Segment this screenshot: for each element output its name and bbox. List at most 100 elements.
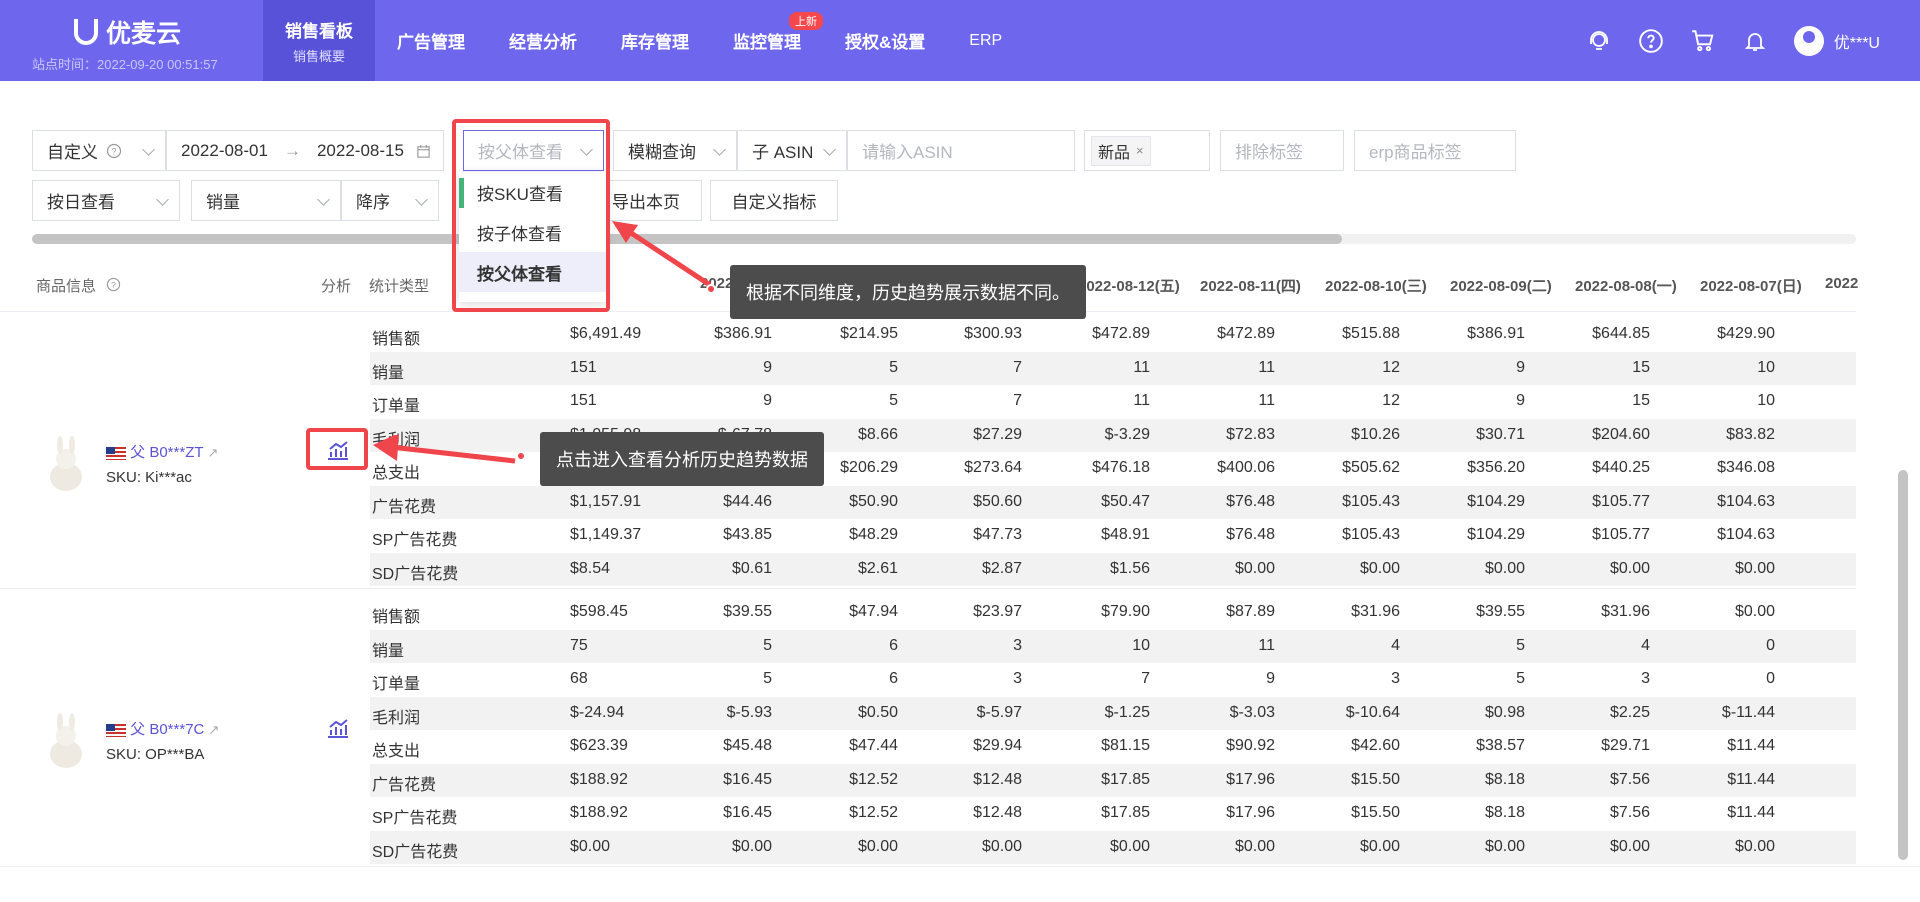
table-cell: $105.43 xyxy=(1342,526,1400,543)
table-cell: $44.46 xyxy=(723,492,772,510)
table-cell: 11 xyxy=(1133,392,1150,409)
tag-chip: 新品 × xyxy=(1091,135,1151,166)
help-circle-icon: ? xyxy=(106,143,122,158)
cart-icon[interactable] xyxy=(1690,28,1716,54)
close-icon[interactable]: × xyxy=(1136,143,1144,158)
nav-erp[interactable]: ERP xyxy=(947,0,1024,81)
asin-type-select[interactable]: 子 ASIN xyxy=(737,130,847,171)
table-row: 销量 75 5 6 3 10 11 4 5 4 0 xyxy=(370,629,1856,663)
v-scrollbar[interactable] xyxy=(1898,470,1908,860)
table-cell: $2.87 xyxy=(981,559,1022,577)
tag-label: 新品 xyxy=(1098,144,1131,162)
period-select[interactable]: 按日查看 xyxy=(32,180,180,221)
table-row: SP广告花费 $188.92 $16.45 $12.52 $12.48 $17.85 $17… xyxy=(370,797,1856,830)
table-row: 广告花费 $188.92 $16.45 $12.52 $12.48 $17.85 $17.9… xyxy=(370,763,1856,797)
external-link-icon[interactable]: ↗ xyxy=(207,445,218,460)
exclude-tag-placeholder: 排除标签 xyxy=(1235,143,1303,162)
nav-analysis[interactable]: 经营分析 xyxy=(487,0,599,81)
table-row: 毛利润 $-24.94 $-5.93 $0.50 $-5.97 $-1.25 $-3.03 $… xyxy=(370,696,1856,730)
table-row: 订单量 151 9 5 7 11 11 12 9 15 10 xyxy=(370,385,1856,418)
table-cell: $0.00 xyxy=(1609,559,1650,577)
nav-sales-dashboard[interactable]: 销售看板 销售概要 xyxy=(263,0,375,81)
table-cell: $386.91 xyxy=(714,325,772,342)
table-row: SD广告花费 $8.54 $0.61 $2.61 $2.87 $1.56 $0.00 $0.0… xyxy=(370,552,1856,586)
support-icon[interactable] xyxy=(1586,28,1612,54)
table-cell: $29.94 xyxy=(973,737,1022,754)
nav-inventory[interactable]: 库存管理 xyxy=(599,0,711,81)
table-cell: 12 xyxy=(1382,358,1400,376)
table-cell: $48.91 xyxy=(1101,526,1150,543)
table-cell: 9 xyxy=(763,358,772,376)
table-cell: 5 xyxy=(763,670,772,687)
nav-label: ERP xyxy=(969,31,1003,49)
table-cell: $17.85 xyxy=(1101,770,1150,788)
highlight-box-analysis xyxy=(306,428,368,470)
table-cell: 11 xyxy=(1258,392,1275,409)
table-cell: $42.60 xyxy=(1351,737,1400,754)
external-link-icon[interactable]: ↗ xyxy=(209,722,220,737)
metric-select[interactable]: 销量 xyxy=(191,180,341,221)
table-cell: $76.48 xyxy=(1226,526,1275,543)
erp-tag-select[interactable]: erp商品标签 xyxy=(1354,130,1516,171)
col-analysis: 分析 xyxy=(321,278,352,295)
stat-type-label: SD广告花费 xyxy=(372,565,459,583)
nav-monitor[interactable]: 监控管理 上新 xyxy=(711,0,823,81)
stat-type-label: SP广告花费 xyxy=(372,532,458,549)
table-cell: 10 xyxy=(1757,358,1775,376)
product-sku: SKU: Ki***ac xyxy=(106,469,192,486)
table-row: 销售额 $6,491.49 $386.91 $214.95 $300.93 $472.89… xyxy=(370,318,1856,351)
table-cell: $31.96 xyxy=(1351,603,1400,620)
match-mode-select[interactable]: 模糊查询 xyxy=(613,130,737,171)
user-menu[interactable]: 优***U xyxy=(1793,25,1880,56)
stat-type-label: SD广告花费 xyxy=(372,843,459,861)
table-cell: 9 xyxy=(1516,358,1525,376)
table-cell: $17.85 xyxy=(1101,804,1150,821)
help-icon[interactable] xyxy=(1638,28,1664,54)
col-date: 2022-08-10(三) xyxy=(1325,278,1427,295)
table-cell: $0.00 xyxy=(1109,837,1150,855)
table-cell: $0.00 xyxy=(1484,559,1525,577)
custom-metric-button[interactable]: 自定义指标 xyxy=(710,180,838,221)
table-cell: 6 xyxy=(889,670,898,687)
table-cell: 11 xyxy=(1258,358,1275,376)
table-cell: $79.90 xyxy=(1101,603,1150,620)
range-type-select[interactable]: 自定义 ? xyxy=(32,130,166,171)
table-cell: 15 xyxy=(1632,358,1650,376)
table-cell: 4 xyxy=(1641,636,1650,654)
asin-link[interactable]: 父 B0***7C xyxy=(130,721,204,738)
table-cell: $72.83 xyxy=(1226,425,1275,443)
table-cell: $12.52 xyxy=(849,804,898,821)
exclude-tag-select[interactable]: 排除标签 xyxy=(1220,130,1344,171)
main-nav: 销售看板 销售概要 广告管理 经营分析 库存管理 监控管理 上新 授权&设置 E… xyxy=(263,0,1024,81)
tag-select[interactable]: 新品 × xyxy=(1084,130,1210,171)
table-cell: 12 xyxy=(1382,392,1400,409)
asin-input[interactable]: 请输入ASIN xyxy=(847,130,1075,171)
us-flag-icon xyxy=(106,446,126,460)
date-range-picker[interactable]: 2022-08-01 → 2022-08-15 xyxy=(166,130,444,171)
table-cell: $47.94 xyxy=(849,603,898,620)
table-cell: $12.48 xyxy=(973,770,1022,788)
nav-label: 监控管理 xyxy=(733,33,801,52)
product-asin[interactable]: 父 B0***7C ↗ xyxy=(106,718,219,739)
asin-link[interactable]: 父 B0***ZT xyxy=(130,444,203,461)
order-select[interactable]: 降序 xyxy=(341,180,439,221)
table-cell: 0 xyxy=(1766,670,1775,687)
table-cell: $-5.97 xyxy=(976,703,1022,721)
logo-icon xyxy=(74,19,98,45)
table-cell: $0.00 xyxy=(1359,559,1400,577)
table-cell: $104.63 xyxy=(1717,492,1775,510)
nav-settings[interactable]: 授权&设置 xyxy=(823,0,947,81)
table-cell: $0.00 xyxy=(1234,837,1275,855)
product-thumbnail[interactable] xyxy=(42,712,90,772)
product-asin[interactable]: 父 B0***ZT ↗ xyxy=(106,441,218,462)
product-thumbnail[interactable] xyxy=(42,435,90,495)
table-row: 销售额 $598.45 $39.55 $47.94 $23.97 $79.90 $87.89… xyxy=(370,596,1856,629)
bell-icon[interactable] xyxy=(1742,28,1768,54)
table-cell: $11.44 xyxy=(1727,737,1775,754)
table-cell: $43.85 xyxy=(723,526,772,543)
table-cell: $87.89 xyxy=(1226,603,1275,620)
nav-ads[interactable]: 广告管理 xyxy=(375,0,487,81)
app-logo[interactable]: 优麦云 xyxy=(74,14,181,50)
trend-analysis-icon[interactable] xyxy=(326,717,350,739)
table-cell: 7 xyxy=(1141,670,1150,687)
